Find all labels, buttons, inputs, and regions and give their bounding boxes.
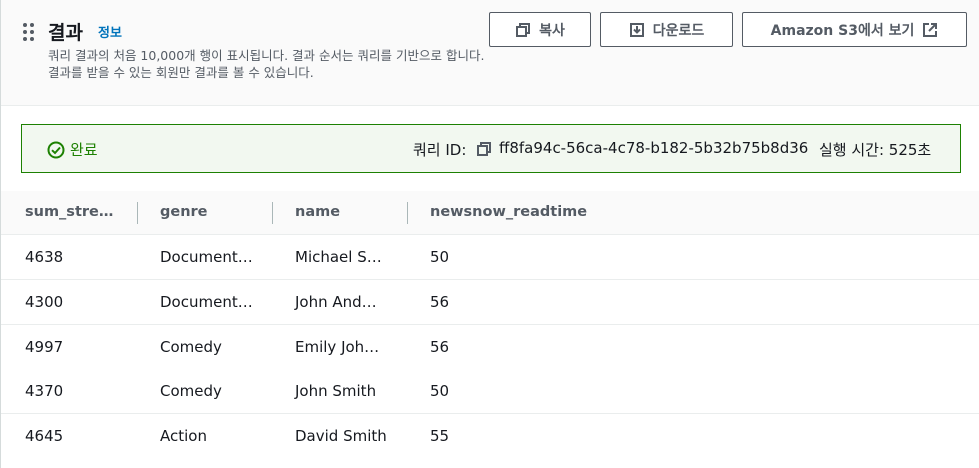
table-cell: 4997: [25, 338, 64, 356]
table-cell: John And…: [295, 293, 377, 311]
table-cell: 56: [430, 338, 450, 356]
column-resizer[interactable]: [272, 202, 273, 224]
table-cell: John Smith: [295, 382, 377, 400]
copy-icon[interactable]: [476, 141, 492, 157]
table-cell: 56: [430, 293, 450, 311]
status-alert: 완료 쿼리 ID: ff8fa94c-56ca-4c78-b182-5b32b7…: [21, 124, 961, 173]
download-icon: [629, 22, 644, 37]
copy-button-label: 복사: [539, 22, 565, 39]
table-row: 4645 Action David Smith 55: [1, 414, 979, 459]
table-cell: David Smith: [295, 427, 387, 445]
copy-button[interactable]: 복사: [489, 12, 591, 47]
view-in-s3-label: Amazon S3에서 보기: [770, 22, 915, 39]
column-header-newsnow-readtime[interactable]: newsnow_readtime: [430, 204, 587, 220]
drag-handle-icon[interactable]: [23, 23, 35, 41]
table-cell: 50: [430, 248, 450, 266]
view-in-s3-button[interactable]: Amazon S3에서 보기: [742, 12, 967, 47]
table-cell: 4370: [25, 382, 64, 400]
column-resizer[interactable]: [137, 202, 138, 224]
external-link-icon: [923, 22, 938, 37]
table-cell: Document…: [160, 248, 253, 266]
table-cell: Comedy: [160, 382, 222, 400]
table-row: 4370 Comedy John Smith 50: [1, 369, 979, 414]
table-row: 4638 Document… Michael S… 50: [1, 235, 979, 280]
download-button[interactable]: 다운로드: [600, 12, 733, 47]
table-cell: Michael S…: [295, 248, 382, 266]
table-row: 4300 Document… John And… 56: [1, 280, 979, 325]
table-cell: Comedy: [160, 338, 222, 356]
results-panel: 결과 정보 쿼리 결과의 처음 10,000개 행이 표시됩니다. 결과 순서는…: [0, 0, 979, 468]
table-row: 4997 Comedy Emily Joh… 56: [1, 325, 979, 370]
column-resizer[interactable]: [407, 202, 408, 224]
column-header-name[interactable]: name: [295, 204, 340, 220]
table-cell: 50: [430, 382, 450, 400]
table-cell: Emily Joh…: [295, 338, 380, 356]
query-id-label: 쿼리 ID:: [413, 141, 467, 159]
table-cell: 4300: [25, 293, 64, 311]
table-cell: 4645: [25, 427, 64, 445]
query-id-value: ff8fa94c-56ca-4c78-b182-5b32b75b8d36: [499, 139, 809, 157]
page-title: 결과: [48, 22, 83, 44]
column-header-sum-streams[interactable]: sum_stre…: [25, 204, 113, 220]
check-circle-icon: [47, 141, 65, 159]
results-description: 쿼리 결과의 처음 10,000개 행이 표시됩니다. 결과 순서는 쿼리를 기…: [48, 48, 485, 80]
table-cell: 55: [430, 427, 450, 445]
table-cell: Document…: [160, 293, 253, 311]
download-button-label: 다운로드: [652, 22, 705, 39]
info-link[interactable]: 정보: [98, 22, 122, 41]
table-cell: 4638: [25, 248, 64, 266]
copy-icon: [516, 22, 531, 37]
table-header: sum_stre… genre name newsnow_readtime: [1, 191, 979, 235]
table-cell: Action: [160, 427, 207, 445]
results-header: 결과 정보 쿼리 결과의 처음 10,000개 행이 표시됩니다. 결과 순서는…: [1, 0, 979, 106]
status-label: 완료: [70, 141, 98, 159]
runtime-text: 실행 시간: 525초: [819, 141, 932, 159]
column-header-genre[interactable]: genre: [160, 204, 208, 220]
